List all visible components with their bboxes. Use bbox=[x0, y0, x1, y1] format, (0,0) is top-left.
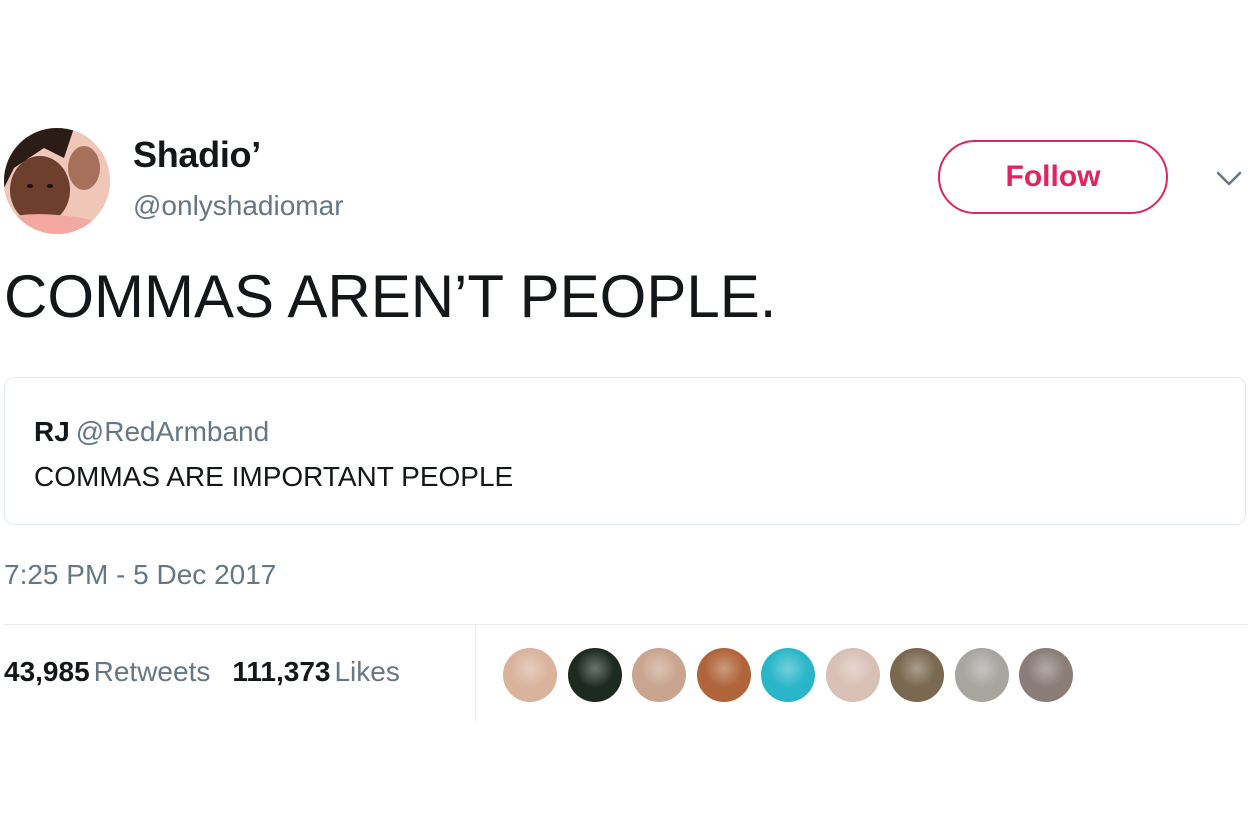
quoted-tweet-card[interactable]: RJ @RedArmband COMMAS ARE IMPORTANT PEOPL… bbox=[4, 377, 1246, 525]
liker-avatars bbox=[503, 648, 1084, 704]
liker-avatar[interactable] bbox=[890, 648, 944, 702]
tweet-embed: Shadio’ @onlyshadiomar Follow COMMAS ARE… bbox=[0, 0, 1250, 830]
retweets-count: 43,985 bbox=[4, 656, 90, 687]
liker-avatar[interactable] bbox=[954, 648, 1009, 702]
author-avatar[interactable] bbox=[4, 128, 110, 234]
liker-avatar[interactable] bbox=[825, 648, 880, 702]
stats-divider bbox=[4, 624, 1248, 625]
chevron-down-icon[interactable] bbox=[1212, 164, 1246, 192]
stats-vertical-divider bbox=[475, 625, 476, 721]
tweet-text: COMMAS AREN’T PEOPLE. bbox=[4, 263, 777, 330]
liker-avatar[interactable] bbox=[696, 648, 751, 702]
likes-stat[interactable]: 111,373 Likes bbox=[232, 656, 400, 687]
liker-avatar[interactable] bbox=[567, 648, 622, 702]
quoted-author-name: RJ bbox=[34, 416, 70, 447]
likes-label: Likes bbox=[334, 656, 400, 687]
liker-avatar[interactable] bbox=[632, 648, 686, 702]
tweet-timestamp[interactable]: 7:25 PM - 5 Dec 2017 bbox=[4, 559, 276, 591]
liker-avatar[interactable] bbox=[1019, 648, 1073, 702]
quoted-author-handle: @RedArmband bbox=[75, 416, 270, 447]
avatar-photo bbox=[4, 128, 110, 234]
tweet-stats: 43,985 Retweets 111,373 Likes bbox=[4, 656, 400, 688]
author-screen-name[interactable]: @onlyshadiomar bbox=[133, 190, 344, 222]
author-display-name[interactable]: Shadio’ bbox=[133, 134, 261, 176]
follow-button[interactable]: Follow bbox=[938, 140, 1168, 214]
quoted-tweet-header: RJ @RedArmband bbox=[34, 416, 269, 448]
retweets-stat[interactable]: 43,985 Retweets bbox=[4, 656, 210, 687]
liker-avatar[interactable] bbox=[503, 648, 557, 702]
retweets-label: Retweets bbox=[93, 656, 211, 687]
quoted-tweet-text: COMMAS ARE IMPORTANT PEOPLE bbox=[34, 461, 514, 492]
liker-avatar[interactable] bbox=[761, 648, 815, 702]
likes-count: 111,373 bbox=[232, 656, 331, 687]
